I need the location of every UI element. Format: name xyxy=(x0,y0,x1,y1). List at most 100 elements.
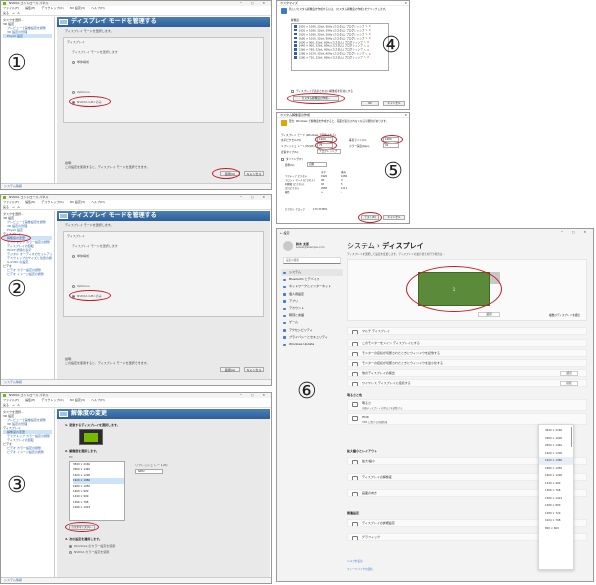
multi-display-dropdown[interactable]: 複数のディスプレイを検出 xyxy=(549,313,580,317)
minimize-windows-row[interactable]: モニターの接続が切断されたときにウィンドウを最小化する xyxy=(347,359,587,367)
delete-icon[interactable]: ✕ xyxy=(367,56,369,59)
checkbox-icon[interactable] xyxy=(294,40,297,44)
home-icon[interactable]: ⌂ xyxy=(18,205,20,209)
resolution-dropdown[interactable]: 3840 × 2160 2560 × 1600 2560 × 1440 1920… xyxy=(538,424,574,570)
radio-selected-icon[interactable] xyxy=(69,544,72,548)
nav-item-personalization[interactable]: 個人用設定 xyxy=(281,291,343,298)
resolution-option[interactable]: 1280 × 1024 xyxy=(539,495,573,503)
status-bar[interactable]: システム情報 xyxy=(1,183,271,189)
window-controls[interactable]: ─ □ ✕ xyxy=(561,230,590,234)
cancel-button[interactable]: キャンセル xyxy=(244,171,264,176)
nav-item-network[interactable]: ネットワークとインターネット xyxy=(281,283,343,290)
color-depth-select[interactable]: 32 xyxy=(383,143,399,148)
resolution-option[interactable]: 1366 × 768 xyxy=(539,487,573,495)
resolution-option[interactable]: 3840 × 2160 xyxy=(539,427,573,435)
expand-icon[interactable] xyxy=(281,157,284,161)
checkbox-icon[interactable] xyxy=(294,28,297,32)
resolution-option[interactable]: 2560 × 1600 xyxy=(539,435,573,443)
resolution-option[interactable]: 1440 × 900 xyxy=(539,480,573,488)
nav-item-apps[interactable]: アプリ xyxy=(281,298,343,305)
resolution-list[interactable]: 3840 × 2160 2560 × 1440 1920 × 1200 1920… xyxy=(69,461,125,521)
color-option-windows[interactable]: Windows のカラー設定を使用 xyxy=(69,544,115,548)
detect-display-row[interactable]: 他のディスプレイの検出 検出 xyxy=(347,369,587,377)
checkbox-icon[interactable] xyxy=(294,36,297,40)
forward-button[interactable]: → xyxy=(12,205,15,209)
option-optimus[interactable]: Optimus xyxy=(72,90,90,94)
scan-select[interactable]: プログレッシブ xyxy=(317,149,341,154)
apply-button[interactable]: 適用(A) xyxy=(220,367,240,372)
remember-windows-row[interactable]: モニターの接続が切断されたときにウィンドウを記憶する xyxy=(347,349,587,357)
edit-icon[interactable]: ✎ xyxy=(364,45,366,48)
resolution-option[interactable]: 2560 × 1440 xyxy=(539,442,573,450)
resolution-option[interactable]: 1280 × 800 xyxy=(539,502,573,510)
radio-icon[interactable] xyxy=(72,90,75,94)
brightness-row[interactable]: 明るさ 内蔵ディスプレイの明るさを調整する xyxy=(347,399,587,411)
resolution-option-selected[interactable]: 1920 × 1080 xyxy=(539,457,573,465)
standard-select[interactable]: 自動 xyxy=(307,162,327,167)
resolution-option[interactable]: 1024 × 768 xyxy=(539,517,573,525)
home-icon[interactable]: ⌂ xyxy=(18,403,20,407)
search-input[interactable]: 設定の検索 xyxy=(283,257,341,264)
cancel-button[interactable]: キャンセル xyxy=(244,367,264,372)
nav-item-time[interactable]: 時刻と言語 xyxy=(281,312,343,319)
resolution-option[interactable]: 1920 × 1200 xyxy=(539,450,573,458)
nav-item-gaming[interactable]: ゲーム xyxy=(281,319,343,326)
edit-icon[interactable]: ✎ xyxy=(365,33,367,36)
back-button[interactable]: 戻る xyxy=(3,403,9,407)
wireless-display-row[interactable]: ワイヤレス ディスプレイに接続する 接続 xyxy=(347,379,587,387)
ok-button[interactable]: OK xyxy=(361,101,379,106)
delete-icon[interactable]: ✕ xyxy=(367,45,369,48)
help-link[interactable]: ヘルプを表示 xyxy=(347,559,363,563)
identify-button[interactable]: 識別 xyxy=(478,312,500,317)
resolution-option[interactable]: 1680 × 1050 xyxy=(539,465,573,473)
radio-icon[interactable] xyxy=(72,60,75,64)
checkbox-icon[interactable] xyxy=(294,48,297,51)
resolution-option[interactable]: 1280 × 1024 xyxy=(73,505,124,510)
breadcrumb-parent[interactable]: システム xyxy=(347,242,375,250)
table-cell[interactable]: + xyxy=(321,190,341,194)
forward-button[interactable]: → xyxy=(12,403,15,407)
nav-item-update[interactable]: Windows Update xyxy=(281,341,343,348)
nav-item-system[interactable]: システム xyxy=(281,269,343,277)
resolution-list[interactable]: 1920 × 1080, 32bit, 60Hz (カスタム) プログレッシブ✎… xyxy=(291,23,389,71)
edit-icon[interactable]: ✎ xyxy=(365,37,367,40)
radio-icon[interactable] xyxy=(72,254,75,258)
option-discrete[interactable]: 単体構成 xyxy=(72,254,89,258)
radio-icon[interactable] xyxy=(72,284,75,288)
resolution-option[interactable]: 800 × 600 xyxy=(539,525,573,533)
multi-display-row[interactable]: マルチ ディスプレイ xyxy=(347,327,587,335)
delete-icon[interactable]: ✕ xyxy=(367,41,369,44)
checkbox-icon[interactable] xyxy=(294,32,297,36)
detect-button[interactable]: 検出 xyxy=(560,371,578,376)
cancel-button[interactable]: キャンセル xyxy=(383,101,405,106)
nav-item-bluetooth[interactable]: Bluetooth とデバイス xyxy=(281,276,343,283)
list-item[interactable]: 1280 × 720, 32bit, 60Hz (カスタム) プログレッシブ✎✕ xyxy=(294,56,386,60)
checkbox-icon[interactable] xyxy=(294,44,297,48)
edit-icon[interactable]: ✎ xyxy=(364,49,366,52)
tree-item-selected[interactable]: PhysX 設定 xyxy=(3,34,52,38)
edit-icon[interactable]: ✎ xyxy=(365,25,367,28)
delete-icon[interactable]: ✕ xyxy=(369,33,371,36)
tree-item[interactable]: ビデオ イメージ設定の調整 xyxy=(3,450,52,454)
back-button[interactable]: 戻る xyxy=(3,205,9,209)
home-icon[interactable]: ⌂ xyxy=(18,11,20,15)
delete-icon[interactable]: ✕ xyxy=(369,29,371,32)
tree-item[interactable]: ビデオ イメージ設定の調整 xyxy=(3,272,52,276)
nav-item-privacy[interactable]: プライバシーとセキュリティ xyxy=(281,334,343,341)
resolution-option[interactable]: 1600 × 1200 xyxy=(539,472,573,480)
table-cell[interactable]: - xyxy=(341,190,361,194)
timing-group[interactable]: タイミング(T) xyxy=(281,157,303,161)
delete-icon[interactable]: ✕ xyxy=(369,37,371,40)
close-icon[interactable]: ✕ xyxy=(404,1,407,6)
checkbox-icon[interactable] xyxy=(294,56,297,59)
nav-item-accounts[interactable]: アカウント xyxy=(281,305,343,312)
nav-item-accessibility[interactable]: アクセシビリティ xyxy=(281,327,343,334)
color-option-nvidia[interactable]: NVIDIA カラー設定を使用 xyxy=(69,550,109,554)
main-display-row[interactable]: このモニターをメイン ディスプレイにする xyxy=(347,339,587,347)
option-optimus[interactable]: Optimus xyxy=(72,284,90,288)
checkbox-icon[interactable] xyxy=(291,89,294,93)
resolution-option[interactable]: 1280 × 720 xyxy=(539,510,573,518)
refresh-rate-select[interactable]: 60Hz xyxy=(135,469,163,474)
radio-icon[interactable] xyxy=(69,550,72,554)
option-discrete[interactable]: 単体構成 xyxy=(72,60,89,64)
